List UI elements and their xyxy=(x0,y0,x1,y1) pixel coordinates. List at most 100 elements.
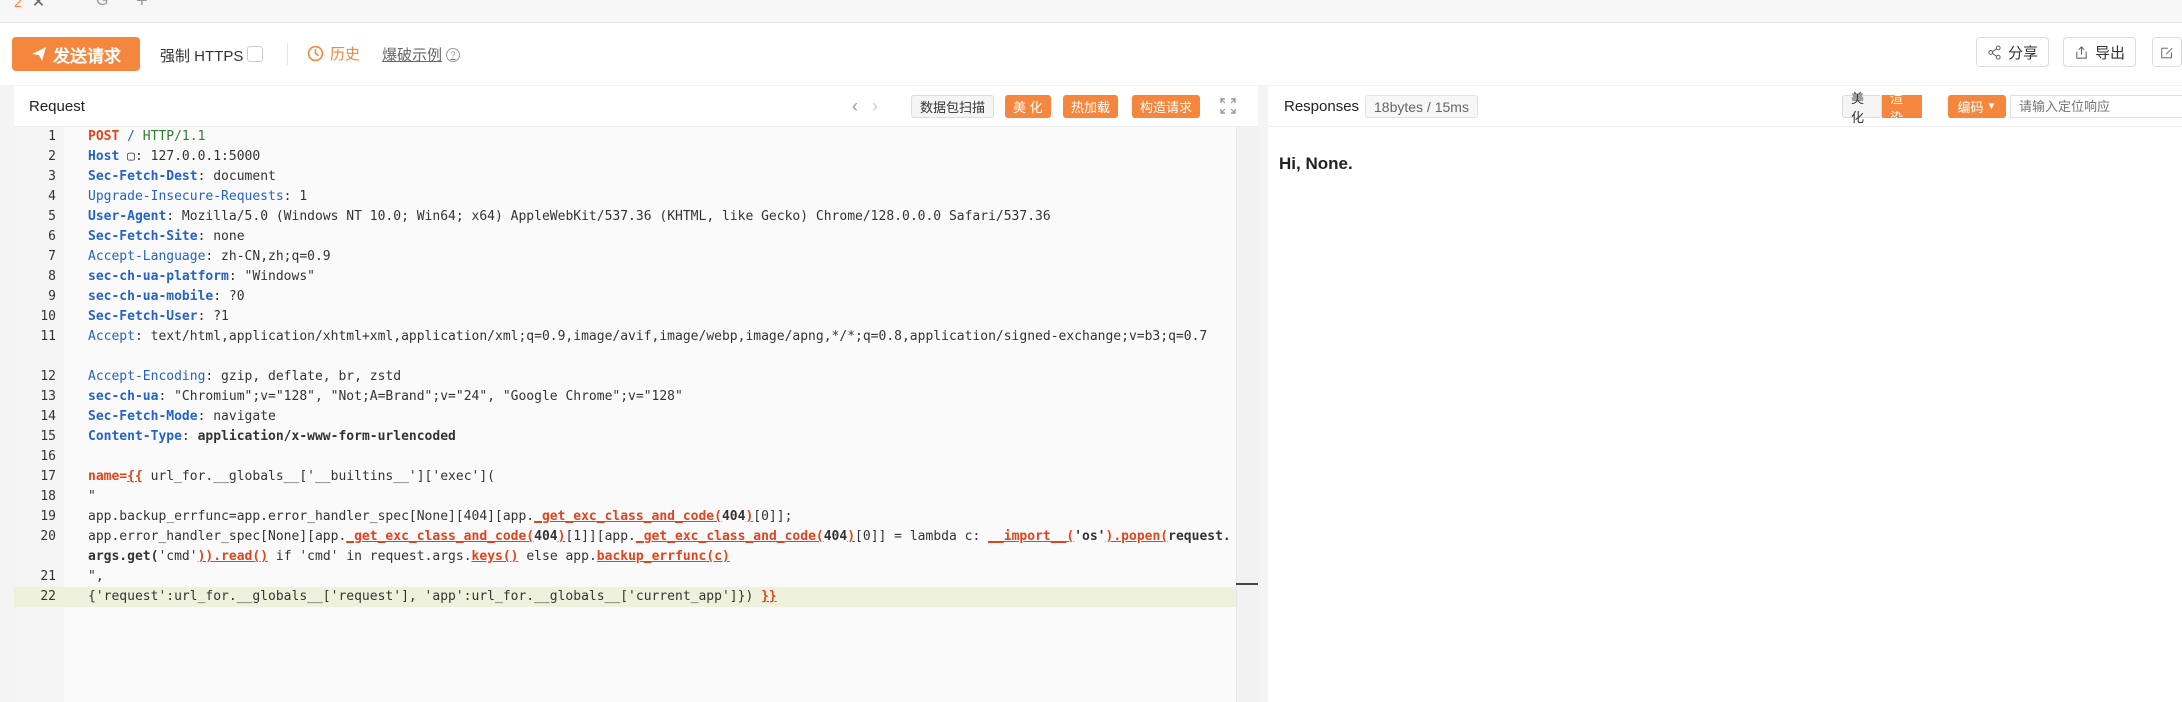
code-line[interactable]: 12 Accept-Encoding: gzip, deflate, br, zs… xyxy=(14,367,1244,387)
code-line[interactable]: 1 POST / HTTP/1.1 xyxy=(14,127,1244,147)
line-number: 19 xyxy=(40,509,56,524)
construct-request-button[interactable]: 构造请求 xyxy=(1132,95,1201,118)
encoding-dropdown[interactable]: 编码 ▼ xyxy=(1948,95,2006,118)
request-title: Request xyxy=(29,98,85,115)
code-line[interactable]: 6 Sec-Fetch-Site: none xyxy=(14,227,1244,247)
line-code: User-Agent: Mozilla/5.0 (Windows NT 10.0… xyxy=(88,207,1234,227)
tab-strip: 2 ✕ G + xyxy=(0,0,2182,23)
code-token: 'cmd' xyxy=(158,549,198,564)
line-code: sec-ch-ua-platform: "Windows" xyxy=(88,267,1234,287)
code-line[interactable]: 21 ", xyxy=(14,567,1244,587)
code-line[interactable]: 2 Host ▢: 127.0.0.1:5000 xyxy=(14,147,1244,167)
response-panel: Responses 18bytes / 15ms 美化 渲染 编码 ▼ Hi, … xyxy=(1268,86,2182,702)
code-line[interactable]: 22 {'request':url_for.__globals__['reques… xyxy=(14,587,1244,607)
code-token: : ?1 xyxy=(197,309,229,324)
line-code: Sec-Fetch-User: ?1 xyxy=(88,307,1234,327)
response-beautify-button[interactable]: 美化 xyxy=(1842,91,1882,125)
share-button[interactable]: 分享 xyxy=(1976,37,2050,67)
code-token: Content-Type xyxy=(88,429,182,444)
share-label: 分享 xyxy=(2008,44,2039,62)
history-nav: ‹ › xyxy=(852,96,878,117)
export-button[interactable]: 导出 xyxy=(2063,37,2137,67)
send-request-button[interactable]: 发送请求 xyxy=(12,37,140,71)
tab-number: 2 xyxy=(14,0,22,10)
add-tab-icon[interactable]: + xyxy=(136,0,148,13)
code-token: {{ xyxy=(127,469,143,484)
code-token: : none xyxy=(197,229,245,244)
code-token: : xyxy=(181,429,198,444)
code-line[interactable]: 9 sec-ch-ua-mobile: ?0 xyxy=(14,287,1244,307)
line-code: ", xyxy=(88,567,1234,587)
line-code: Upgrade-Insecure-Requests: 1 xyxy=(88,187,1234,207)
line-code: Accept-Encoding: gzip, deflate, br, zstd xyxy=(88,367,1234,387)
code-line[interactable]: 16 xyxy=(14,447,1244,467)
beautify-button[interactable]: 美 化 xyxy=(1005,95,1051,118)
code-token: : navigate xyxy=(197,409,276,424)
code-token: name= xyxy=(88,469,128,484)
expand-icon[interactable] xyxy=(1220,98,1236,114)
chevron-right-icon[interactable]: › xyxy=(872,96,878,117)
code-line[interactable]: 19 app.backup_errfunc=app.error_handler_s… xyxy=(14,507,1244,527)
vertical-scrollbar[interactable] xyxy=(1236,127,1259,702)
code-line[interactable]: 20 app.error_handler_spec[None][app._get_… xyxy=(14,527,1244,567)
code-token: " xyxy=(88,489,96,504)
code-line[interactable]: 11 Accept: text/html,application/xhtml+xm… xyxy=(14,327,1244,367)
hotload-button[interactable]: 热加载 xyxy=(1063,95,1119,118)
render-button[interactable]: 渲染 xyxy=(1882,91,1922,125)
code-token: {'request':url_for.__globals__['request'… xyxy=(88,589,762,604)
code-token: else app. xyxy=(518,549,597,564)
code-line[interactable]: 10 Sec-Fetch-User: ?1 xyxy=(14,307,1244,327)
code-token: application/x-www-form-urlencoded xyxy=(197,429,456,444)
send-request-label: 发送请求 xyxy=(53,46,121,66)
history-button[interactable]: 历史 xyxy=(307,43,360,64)
close-icon[interactable]: ✕ xyxy=(32,0,45,12)
code-token: 404 xyxy=(823,529,848,544)
line-number: 16 xyxy=(40,449,56,464)
packet-scan-button[interactable]: 数据包扫描 xyxy=(911,95,995,118)
code-line[interactable]: 5 User-Agent: Mozilla/5.0 (Windows NT 10.… xyxy=(14,207,1244,227)
code-token: ).popen( xyxy=(1105,529,1169,544)
help-icon: ? xyxy=(446,47,461,62)
code-token: _get_exc_class_and_code( xyxy=(534,509,722,524)
code-token: ) xyxy=(847,529,856,544)
code-line[interactable]: 4 Upgrade-Insecure-Requests: 1 xyxy=(14,187,1244,207)
line-number: 10 xyxy=(40,309,56,324)
code-token: url_for.__globals__['__builtins__']['exe… xyxy=(142,469,495,484)
code-token: : "Chromium";v="128", "Not;A=Brand";v="2… xyxy=(158,389,683,404)
line-code: sec-ch-ua: "Chromium";v="128", "Not;A=Br… xyxy=(88,387,1234,407)
response-header: Responses 18bytes / 15ms 美化 渲染 编码 ▼ xyxy=(1268,86,2182,127)
code-token: _get_exc_class_and_code( xyxy=(635,529,824,544)
code-line[interactable]: 18 " xyxy=(14,487,1244,507)
code-token: Accept-Encoding xyxy=(88,369,206,384)
code-line[interactable]: 8 sec-ch-ua-platform: "Windows" xyxy=(14,267,1244,287)
force-https-checkbox[interactable] xyxy=(247,46,263,62)
refresh-icon[interactable]: G xyxy=(96,0,108,10)
chevron-left-icon[interactable]: ‹ xyxy=(852,96,858,117)
line-number: 2 xyxy=(48,149,56,164)
code-line[interactable]: 15 Content-Type: application/x-www-form-u… xyxy=(14,427,1244,447)
code-line[interactable]: 7 Accept-Language: zh-CN,zh;q=0.9 xyxy=(14,247,1244,267)
code-line[interactable]: 13 sec-ch-ua: "Chromium";v="128", "Not;A=… xyxy=(14,387,1244,407)
request-tab[interactable]: 2 ✕ xyxy=(14,0,45,12)
code-line[interactable]: 14 Sec-Fetch-Mode: navigate xyxy=(14,407,1244,427)
line-number: 18 xyxy=(40,489,56,504)
line-code: POST / HTTP/1.1 xyxy=(88,127,1234,147)
request-editor[interactable]: 1 POST / HTTP/1.1 2 Host ▢: 127.0.0.1:5000 3… xyxy=(14,127,1259,702)
code-token: : document xyxy=(197,169,276,184)
brute-force-examples-link[interactable]: 爆破示例 ? xyxy=(382,44,461,65)
code-line[interactable]: 17 name={{ url_for.__globals__['__builtin… xyxy=(14,467,1244,487)
response-search-input[interactable] xyxy=(2010,95,2182,118)
code-line[interactable]: 3 Sec-Fetch-Dest: document xyxy=(14,167,1244,187)
code-token: : zh-CN,zh;q=0.9 xyxy=(205,249,331,264)
line-code: Host ▢: 127.0.0.1:5000 xyxy=(88,147,1234,167)
line-code: Accept: text/html,application/xhtml+xml,… xyxy=(88,327,1234,347)
code-token: Accept xyxy=(88,329,135,344)
line-number: 9 xyxy=(48,289,56,304)
edit-button[interactable] xyxy=(2152,37,2182,67)
encoding-label: 编码 xyxy=(1957,100,1984,115)
line-number: 22 xyxy=(40,589,56,604)
clock-icon xyxy=(307,45,324,62)
code-token: [0]] = lambda c: xyxy=(855,529,989,544)
code-token: Sec-Fetch-User xyxy=(88,309,198,324)
